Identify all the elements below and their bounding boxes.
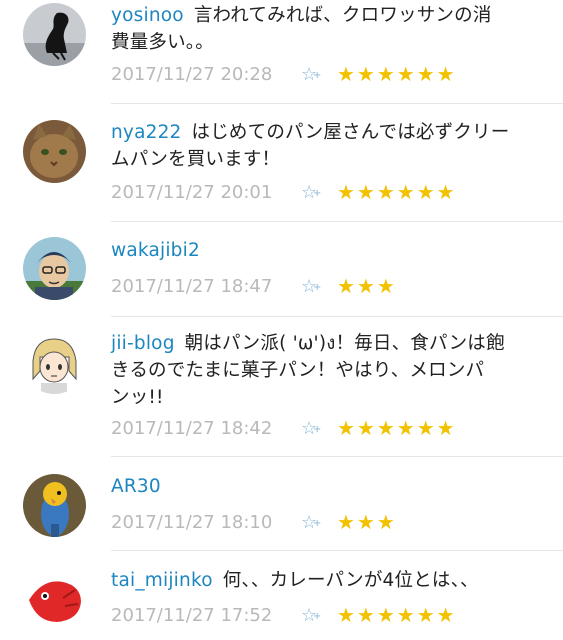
star-plus-icon[interactable]: ☆ + [301, 182, 337, 203]
comment-text: 何、、カレーパンが4位とは、、 [222, 570, 479, 591]
comment-username[interactable]: tai_mijinko [111, 570, 213, 591]
comment-username[interactable]: yosinoo [111, 5, 184, 26]
user-avatar[interactable] [23, 331, 86, 394]
divider [111, 550, 563, 551]
star-rating: ★★★★★★ [337, 416, 457, 440]
comment-text: 費量多い。。 [111, 32, 214, 53]
comment-username[interactable]: nya222 [111, 122, 182, 143]
star-rating: ★★★ [337, 274, 397, 298]
divider [111, 221, 563, 222]
comment-text: 言われてみれば、クロワッサンの消 [193, 5, 492, 26]
comment-date: 2017/11/27 20:01 [111, 181, 273, 203]
user-avatar[interactable] [23, 120, 86, 183]
divider [111, 316, 563, 317]
comment-username[interactable]: jii-blog [111, 333, 175, 354]
comment-username[interactable]: AR30 [111, 476, 161, 497]
comment-date: 2017/11/27 18:47 [111, 275, 273, 297]
star-plus-icon[interactable]: ☆ + [301, 605, 337, 626]
comment-date: 2017/11/27 20:28 [111, 63, 273, 85]
star-plus-icon[interactable]: ☆ + [301, 418, 337, 439]
user-avatar[interactable] [23, 3, 86, 66]
divider [111, 103, 563, 104]
comment-username[interactable]: wakajibi2 [111, 240, 200, 261]
comment-text: きるのでたまに菓子パン！やはり、メロンパ [111, 360, 485, 381]
star-rating: ★★★★★★ [337, 603, 457, 627]
star-rating: ★★★ [337, 510, 397, 534]
star-plus-icon[interactable]: ☆ + [301, 512, 337, 533]
star-plus-icon[interactable]: ☆ + [301, 64, 337, 85]
comment-text: はじめてのパン屋さんでは必ずクリー [191, 122, 510, 143]
user-avatar[interactable] [23, 237, 86, 300]
comment-date: 2017/11/27 17:52 [111, 604, 273, 626]
user-avatar[interactable] [23, 568, 86, 631]
star-plus-icon[interactable]: ☆ + [301, 276, 337, 297]
divider [111, 456, 563, 457]
star-rating: ★★★★★★ [337, 62, 457, 86]
user-avatar[interactable] [23, 474, 86, 537]
comment-date: 2017/11/27 18:42 [111, 417, 273, 439]
comment-text: ンッ!! [111, 387, 164, 408]
comment-text: 朝はパン派( 'ω')ง！毎日、食パンは飽 [184, 333, 505, 354]
comment-date: 2017/11/27 18:10 [111, 511, 273, 533]
star-rating: ★★★★★★ [337, 180, 457, 204]
comment-text: ムパンを買います！ [111, 149, 281, 170]
